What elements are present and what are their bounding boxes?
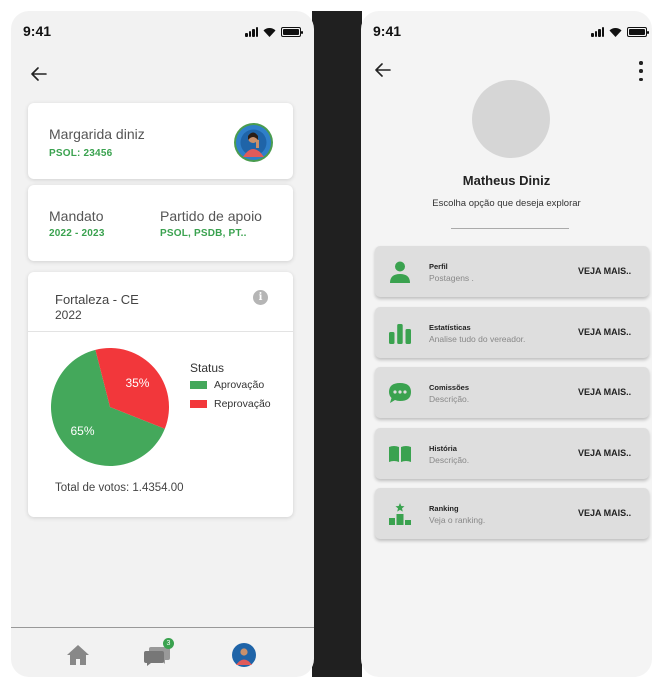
politician-name: Margarida diniz (49, 126, 145, 142)
wifi-icon (263, 27, 276, 37)
legend-item-rejection: Reprovação (190, 398, 271, 410)
legend-swatch-red (190, 400, 207, 408)
person-icon (390, 261, 410, 283)
bar-chart-icon (389, 324, 411, 344)
bottom-nav: 3 (11, 627, 314, 677)
status-icons (245, 27, 303, 37)
total-votes: Total de votos: 1.4354.00 (55, 482, 184, 494)
see-more-link[interactable]: VEJA MAIS.. (578, 448, 631, 458)
mandate-value: 2022 - 2023 (49, 228, 105, 239)
profile-nav-avatar[interactable] (231, 642, 257, 668)
user-name: Matheus Diniz (462, 173, 551, 188)
stats-card: Fortaleza - CE 2022 i 65% 35% Status Apro… (28, 272, 293, 517)
menu-item-historia[interactable]: História Descrição. VEJA MAIS.. (375, 428, 649, 479)
info-icon[interactable]: i (253, 290, 268, 305)
podium-icon (389, 503, 411, 525)
menu-item-estatisticas[interactable]: Estatísticas Analise tudo do vereador. V… (375, 307, 649, 358)
legend-label: Aprovação (214, 379, 265, 391)
more-options-icon[interactable] (637, 61, 645, 81)
menu-item-title: Perfil (429, 262, 448, 271)
battery-icon (627, 27, 649, 37)
legend-swatch-green (190, 381, 207, 389)
see-more-link[interactable]: VEJA MAIS.. (578, 387, 631, 397)
menu-item-title: Estatísticas (429, 323, 471, 332)
notification-badge: 3 (163, 638, 174, 649)
divider (451, 228, 569, 229)
status-icons (591, 27, 649, 37)
menu-item-subtitle: Postagens . (429, 273, 474, 283)
menu-item-subtitle: Descrição. (429, 394, 470, 404)
year-label: 2022 (55, 308, 82, 322)
divider (28, 331, 293, 332)
see-more-link[interactable]: VEJA MAIS.. (578, 327, 631, 337)
chat-bubble-icon (389, 383, 411, 403)
battery-icon (281, 27, 303, 37)
status-bar: 9:41 (11, 11, 314, 47)
phone-left: 9:41 Margarida diniz PSOL: 23456 Mandato… (11, 11, 314, 677)
location-label: Fortaleza - CE (55, 292, 139, 307)
total-votes-label: Total de votos: (55, 482, 130, 494)
wifi-icon (609, 27, 622, 37)
menu-item-ranking[interactable]: Ranking Veja o ranking. VEJA MAIS.. (375, 488, 649, 539)
see-more-link[interactable]: VEJA MAIS.. (578, 508, 631, 518)
party-number: PSOL: 23456 (49, 148, 113, 159)
pie-label: 35% (125, 376, 149, 390)
legend-title: Status (190, 361, 225, 375)
menu-item-subtitle: Analise tudo do vereador. (429, 334, 526, 344)
status-time: 9:41 (23, 23, 52, 39)
book-icon (389, 446, 411, 462)
phone-right: 9:41 Matheus Diniz Escolha opção que des… (361, 11, 652, 677)
support-value: PSOL, PSDB, PT.. (160, 228, 247, 239)
avatar-placeholder[interactable] (472, 80, 550, 158)
see-more-link[interactable]: VEJA MAIS.. (578, 266, 631, 276)
pie-chart: 65% 35% (51, 348, 169, 466)
total-votes-value: 1.4354.00 (132, 482, 184, 494)
home-icon[interactable] (65, 642, 91, 668)
screen-divider (312, 11, 362, 677)
mandate-title: Mandato (49, 208, 104, 224)
mandate-card: Mandato 2022 - 2023 Partido de apoio PSO… (28, 185, 293, 261)
legend-item-approval: Aprovação (190, 379, 264, 391)
avatar-photo (236, 125, 271, 160)
profile-card[interactable]: Margarida diniz PSOL: 23456 (28, 103, 293, 179)
instruction-text: Escolha opção que deseja explorar (432, 198, 581, 209)
legend-label: Reprovação (214, 398, 271, 410)
menu-item-title: Ranking (429, 504, 459, 513)
status-time: 9:41 (373, 23, 402, 39)
menu-item-perfil[interactable]: Perfil Postagens . VEJA MAIS.. (375, 246, 649, 297)
messages-icon[interactable]: 3 (143, 638, 174, 668)
back-arrow-icon[interactable] (28, 63, 50, 85)
menu-item-title: Comissões (429, 383, 470, 392)
status-bar: 9:41 (361, 11, 652, 47)
menu-item-subtitle: Descrição. (429, 455, 470, 465)
menu-item-subtitle: Veja o ranking. (429, 515, 486, 525)
support-title: Partido de apoio (160, 208, 262, 224)
pie-label: 65% (71, 424, 95, 438)
avatar[interactable] (234, 123, 273, 162)
menu-item-title: História (429, 444, 457, 453)
signal-icon (245, 27, 258, 37)
back-arrow-icon[interactable] (372, 59, 394, 81)
signal-icon (591, 27, 604, 37)
menu-item-comissoes[interactable]: Comissões Descrição. VEJA MAIS.. (375, 367, 649, 418)
